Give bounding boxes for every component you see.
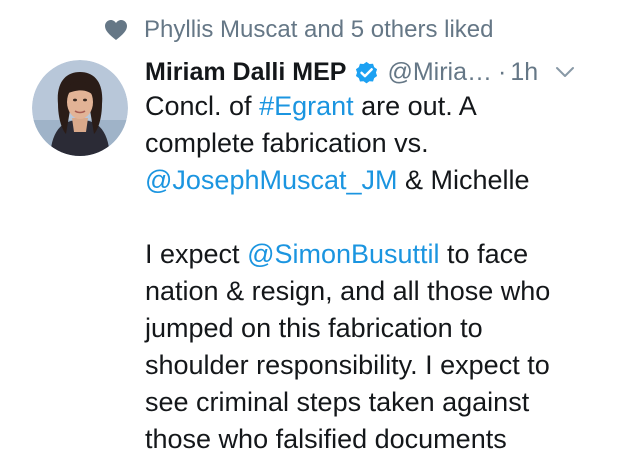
author-display-name[interactable]: Miriam Dalli MEP — [145, 58, 346, 87]
tweet-header: Miriam Dalli MEP @Miria… · 1h — [145, 54, 578, 90]
tweet-text-line: complete fabrication vs. — [145, 125, 625, 162]
avatar[interactable] — [32, 60, 128, 156]
hashtag-egrant[interactable]: #Egrant — [259, 91, 354, 121]
heart-icon — [104, 19, 128, 41]
verified-badge-icon — [353, 59, 380, 86]
tweet-text-segment: to face — [439, 239, 529, 269]
tweet-text-line: @JosephMuscat_JM & Michelle — [145, 162, 625, 199]
tweet-text-segment: jumped on this fabrication to — [145, 313, 483, 343]
tweet-text-line: shoulder responsibility. I expect to — [145, 347, 625, 384]
chevron-down-icon[interactable] — [552, 59, 578, 85]
social-context-text: Phyllis Muscat and 5 others liked — [144, 16, 494, 43]
mention-simonbusuttil[interactable]: @SimonBusuttil — [247, 239, 439, 269]
tweet-text-line: those who falsified documents — [145, 421, 625, 458]
tweet-text-segment: are out. A — [353, 91, 477, 121]
tweet-text-line: Concl. of #Egrant are out. A — [145, 88, 625, 125]
tweet-text-segment: those who falsified documents — [145, 424, 507, 454]
tweet-text-segment: Concl. of — [145, 91, 260, 121]
tweet-text-line: nation & resign, and all those who — [145, 273, 625, 310]
social-context[interactable]: Phyllis Muscat and 5 others liked — [104, 12, 494, 48]
tweet-text-segment: & Michelle — [397, 165, 530, 195]
tweet-text-line: see criminal steps taken against — [145, 384, 625, 421]
author-handle[interactable]: @Miria… — [387, 58, 492, 87]
tweet-timestamp[interactable]: 1h — [510, 58, 538, 87]
tweet-text: Concl. of #Egrant are out. Acomplete fab… — [145, 88, 625, 458]
tweet-text-segment: complete fabrication vs. — [145, 128, 429, 158]
mention-josephmuscat[interactable]: @JosephMuscat_JM — [145, 165, 398, 195]
tweet-text-segment: nation & resign, and all those who — [145, 276, 551, 306]
tweet-text-segment: shoulder responsibility. I expect to — [145, 350, 550, 380]
tweet-text-segment: see criminal steps taken against — [145, 387, 530, 417]
tweet-text-line: I expect @SimonBusuttil to face — [145, 236, 625, 273]
tweet-text-segment: I expect — [145, 239, 248, 269]
tweet-text-line: jumped on this fabrication to — [145, 310, 625, 347]
separator-dot: · — [498, 57, 507, 86]
